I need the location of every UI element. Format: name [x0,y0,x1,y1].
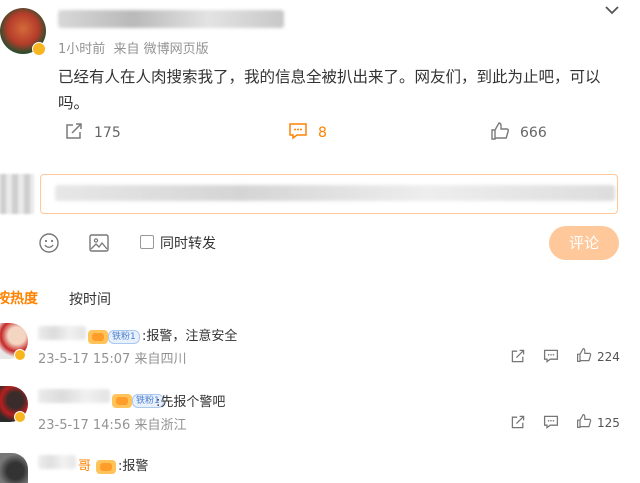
comment-share-icon[interactable] [510,414,526,434]
fan-badge: 铁粉1 [88,326,140,345]
comment-like-button[interactable]: 125 [576,413,620,433]
comment-count: 8 [318,125,327,141]
composer-avatar [0,174,34,214]
comment-avatar[interactable] [0,453,28,483]
comment-reply-icon[interactable] [543,348,559,368]
comment-button[interactable]: 8 [288,122,327,144]
comment-like-count: 224 [597,350,620,364]
comment-text: :报警，注意安全 [142,329,238,344]
fan-level-label: 铁粉1 [108,329,140,344]
comment-username[interactable] [38,389,110,403]
comment-meta: 23-5-17 15:07 来自四川 [38,352,187,367]
comment-input[interactable] [40,174,618,214]
submit-comment-button[interactable]: 评论 [549,226,619,260]
comment-username[interactable] [38,455,76,469]
like-button[interactable]: 666 [490,122,547,144]
comment-username-tail: 哥 [78,459,92,474]
comment-like-button[interactable]: 224 [576,347,620,367]
vip-icon [96,456,116,475]
vip-icon [88,329,108,344]
comment-username[interactable] [38,326,86,340]
comment-like-count: 125 [597,416,620,430]
post-text: 已经有人在人肉搜索我了，我的信息全被扒出来了。网友们，到此为止吧，可以吗。 [58,68,601,112]
comment-input-text [55,185,615,201]
verified-badge-icon [32,42,46,56]
comment-text: :报警 [118,459,149,474]
thumbs-up-icon [576,413,592,433]
comment-avatar-verified-icon [14,411,26,423]
post-menu-chevron-down-icon[interactable] [602,2,622,16]
sync-forward-checkbox[interactable] [140,235,154,249]
share-icon [64,121,84,145]
author-name[interactable] [58,10,284,28]
vip-icon [112,393,132,408]
comment-text: :先报个警吧 [156,395,226,410]
comment-meta: 23-5-17 14:56 来自浙江 [38,418,187,433]
tab-by-hot[interactable]: 按热度 [0,288,38,308]
comment-avatar-verified-icon [14,349,26,361]
thumbs-up-icon [490,121,510,145]
emoji-icon[interactable] [38,232,60,258]
post-meta: 1小时前 来自 微博网页版 [58,42,209,57]
forward-button[interactable]: 175 [64,122,121,144]
thumbs-up-icon [576,347,592,367]
image-upload-icon[interactable] [88,232,110,258]
forward-count: 175 [94,125,121,141]
sync-forward-label: 同时转发 [160,236,216,252]
comment-share-icon[interactable] [510,348,526,368]
comment-reply-icon[interactable] [543,414,559,434]
comment-icon [288,121,308,145]
tab-by-time[interactable]: 按时间 [69,289,111,309]
like-count: 666 [520,125,547,141]
